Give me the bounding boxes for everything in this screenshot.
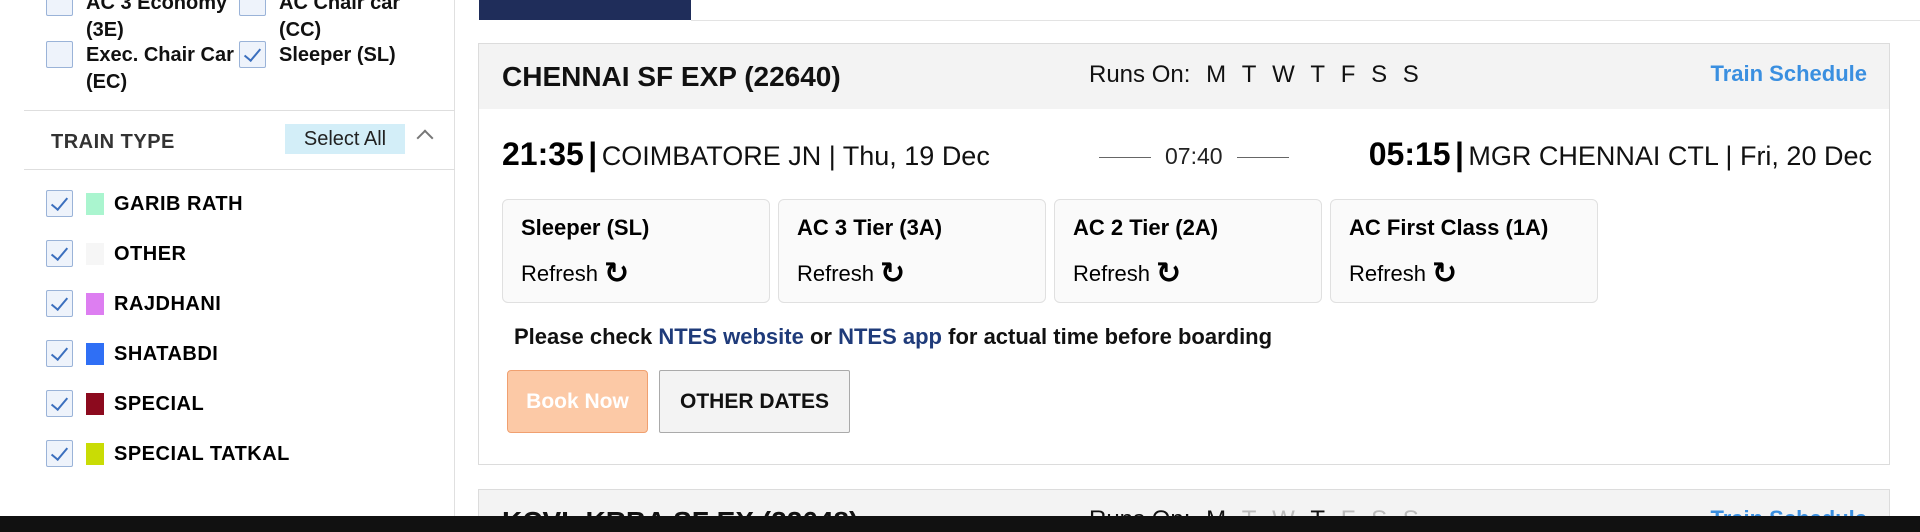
sidebar-divider <box>24 110 455 111</box>
train-type-label: GARIB RATH <box>114 193 244 215</box>
refresh-button[interactable]: Refresh ↻ <box>797 254 905 291</box>
color-swatch <box>86 293 104 315</box>
train-type-label: SHATABDI <box>114 343 219 365</box>
color-swatch <box>86 193 104 215</box>
collapse-chevron-icon[interactable] <box>416 129 434 147</box>
color-swatch <box>86 443 104 465</box>
run-day: S <box>1371 61 1388 88</box>
arrival-time: 05:15 <box>1368 136 1451 172</box>
bottom-bar <box>0 516 1920 532</box>
runs-on: Runs On: M T W T F S S <box>1089 61 1419 89</box>
results-area: CHENNAI SF EXP (22640) Runs On: M T W T … <box>455 0 1920 532</box>
refresh-label: Refresh <box>797 261 875 286</box>
other-dates-button[interactable]: OTHER DATES <box>659 370 850 433</box>
class-name: Sleeper (SL) <box>521 215 650 240</box>
journey-times: 21:35 | COIMBATORE JN | Thu, 19 Dec 07:4… <box>502 136 1872 176</box>
separator: | <box>1455 136 1464 172</box>
class-checkbox-cc[interactable] <box>239 0 266 16</box>
train-type-label: OTHER <box>114 243 187 265</box>
departure-station: COIMBATORE JN | Thu, 19 Dec <box>601 141 990 171</box>
class-availability-2a[interactable]: AC 2 Tier (2A) Refresh ↻ <box>1054 199 1322 303</box>
class-label-3e: AC 3 Economy (3E) <box>86 0 228 41</box>
note-text: or <box>809 324 832 349</box>
ntes-app-link[interactable]: NTES app <box>838 324 942 349</box>
refresh-button[interactable]: Refresh ↻ <box>1349 254 1457 291</box>
refresh-button[interactable]: Refresh ↻ <box>1073 254 1181 291</box>
train-type-checkbox[interactable] <box>46 290 73 317</box>
train-type-label: SPECIAL <box>114 393 205 415</box>
train-type-checkbox[interactable] <box>46 240 73 267</box>
class-label-sl: Sleeper (SL) <box>279 44 396 66</box>
arrival: 05:15 | MGR CHENNAI CTL | Fri, 20 Dec <box>1369 136 1872 173</box>
train-card-header: CHENNAI SF EXP (22640) Runs On: M T W T … <box>479 44 1889 109</box>
train-card: CHENNAI SF EXP (22640) Runs On: M T W T … <box>478 43 1890 465</box>
class-checkbox-3e[interactable] <box>46 0 73 16</box>
book-now-button[interactable]: Book Now <box>507 370 648 433</box>
refresh-icon[interactable]: ↻ <box>880 256 905 291</box>
run-day: T <box>1310 61 1326 88</box>
refresh-icon[interactable]: ↻ <box>1432 256 1457 291</box>
class-label-cc: AC Chair car (CC) <box>279 0 401 41</box>
train-name: CHENNAI SF EXP (22640) <box>502 61 841 92</box>
class-availability-sl[interactable]: Sleeper (SL) Refresh ↻ <box>502 199 770 303</box>
ntes-note: Please check NTES website or NTES app fo… <box>514 324 1272 350</box>
departure: 21:35 | COIMBATORE JN | Thu, 19 Dec <box>502 136 990 173</box>
departure-time: 21:35 <box>502 136 584 172</box>
train-schedule-link[interactable]: Train Schedule <box>1711 61 1868 87</box>
color-swatch <box>86 243 104 265</box>
train-type-label: RAJDHANI <box>114 293 222 315</box>
run-day: M <box>1206 61 1227 88</box>
class-checkbox-sl[interactable] <box>239 41 266 68</box>
class-label-ec: Exec. Chair Car (EC) <box>86 44 234 93</box>
refresh-icon[interactable]: ↻ <box>604 256 629 291</box>
run-day: T <box>1241 61 1257 88</box>
ntes-website-link[interactable]: NTES website <box>658 324 803 349</box>
color-swatch <box>86 393 104 415</box>
journey-duration: 07:40 <box>1085 143 1285 170</box>
run-day: S <box>1402 61 1419 88</box>
page: AC 3 Economy (3E) AC Chair car (CC) Exec… <box>0 0 1920 532</box>
train-type-checkbox[interactable] <box>46 440 73 467</box>
class-availability-3a[interactable]: AC 3 Tier (3A) Refresh ↻ <box>778 199 1046 303</box>
refresh-label: Refresh <box>1349 261 1427 286</box>
separator: | <box>588 136 598 172</box>
run-day: W <box>1272 61 1295 88</box>
select-all-button[interactable]: Select All <box>285 124 405 154</box>
refresh-icon[interactable]: ↻ <box>1156 256 1181 291</box>
filter-sidebar: AC 3 Economy (3E) AC Chair car (CC) Exec… <box>24 0 455 516</box>
class-name: AC First Class (1A) <box>1349 215 1549 240</box>
class-name: AC 3 Tier (3A) <box>797 215 943 240</box>
run-day: F <box>1340 61 1356 88</box>
banner-image <box>479 0 691 20</box>
refresh-button[interactable]: Refresh ↻ <box>521 254 629 291</box>
color-swatch <box>86 343 104 365</box>
note-text: Please check <box>514 324 653 349</box>
train-type-checkbox[interactable] <box>46 190 73 217</box>
divider <box>691 20 1920 21</box>
train-type-label: SPECIAL TATKAL <box>114 443 290 465</box>
train-type-checkbox[interactable] <box>46 390 73 417</box>
class-name: AC 2 Tier (2A) <box>1073 215 1219 240</box>
sidebar-divider <box>24 169 455 170</box>
class-checkbox-ec[interactable] <box>46 41 73 68</box>
train-type-checkbox[interactable] <box>46 340 73 367</box>
arrival-station: MGR CHENNAI CTL | Fri, 20 Dec <box>1468 141 1872 171</box>
refresh-label: Refresh <box>1073 261 1151 286</box>
runs-on-label: Runs On: <box>1089 61 1191 88</box>
left-gutter <box>0 0 24 532</box>
class-availability-1a[interactable]: AC First Class (1A) Refresh ↻ <box>1330 199 1598 303</box>
train-type-title: TRAIN TYPE <box>51 131 175 153</box>
refresh-label: Refresh <box>521 261 599 286</box>
note-text: for actual time before boarding <box>948 324 1273 349</box>
